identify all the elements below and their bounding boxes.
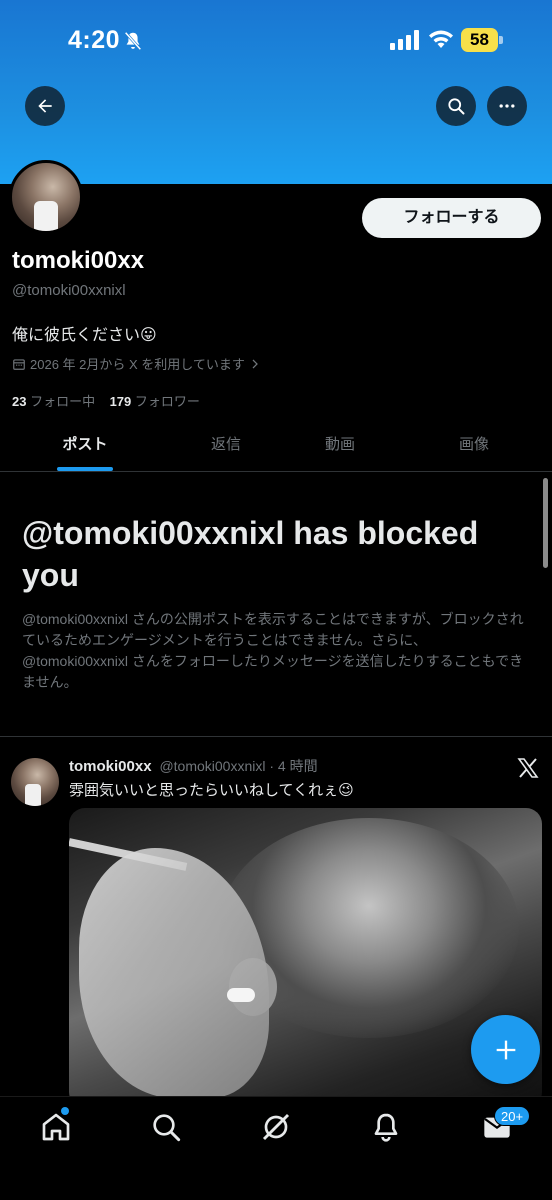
followers-count: 179	[109, 394, 132, 409]
profile-handle: @tomoki00xxnixl	[12, 282, 126, 299]
post-image[interactable]	[69, 808, 542, 1108]
status-bar: 4:20 58	[0, 0, 552, 80]
wifi-icon	[429, 30, 453, 48]
profile-display-name: tomoki00xx	[12, 247, 145, 274]
post-avatar[interactable]	[11, 758, 59, 806]
followers-label: フォロワー	[134, 394, 200, 409]
battery-level: 58	[461, 28, 498, 52]
joined-text: 2026 年 2月から X を利用しています	[30, 357, 245, 372]
grok-icon[interactable]	[260, 1111, 292, 1143]
search-icon[interactable]	[150, 1111, 182, 1143]
following-link[interactable]: 23 フォロー中	[12, 394, 95, 409]
blocked-title: @tomoki00xxnixl has blocked you	[22, 515, 479, 593]
status-time: 4:20	[68, 26, 121, 54]
followers-link[interactable]: 179 フォロワー	[110, 394, 200, 409]
profile-stats: 23 フォロー中 179 フォロワー	[12, 391, 200, 410]
tab-images[interactable]: 画像	[429, 420, 519, 472]
search-icon	[448, 98, 465, 115]
more-horizontal-icon	[499, 104, 515, 108]
bottom-nav	[0, 1096, 552, 1200]
follow-button[interactable]: フォローする	[362, 198, 541, 238]
messages-badge: 20+	[494, 1106, 531, 1126]
profile-tabs: ポスト 返信 動画 画像	[0, 420, 552, 472]
chevron-right-icon	[252, 359, 258, 368]
post-author-handle: @tomoki00xxnixl	[159, 758, 266, 774]
tab-replies[interactable]: 返信	[181, 420, 271, 472]
post-author-name[interactable]: tomoki00xx	[69, 758, 152, 775]
profile-bio: 俺に彼氏ください😛	[12, 327, 157, 344]
home-icon[interactable]	[40, 1111, 72, 1143]
x-logo-icon	[517, 758, 539, 778]
bell-off-icon	[124, 31, 142, 51]
tab-videos[interactable]: 動画	[295, 420, 385, 472]
battery-indicator: 58	[461, 28, 503, 52]
more-button[interactable]	[487, 86, 527, 126]
scrollbar[interactable]	[543, 478, 548, 568]
post-time: · 4 時間	[269, 758, 318, 774]
profile-avatar[interactable]	[9, 160, 83, 234]
bell-icon[interactable]	[370, 1111, 402, 1143]
following-label: フォロー中	[30, 394, 96, 409]
blocked-description: @tomoki00xxnixl さんの公開ポストを表示することはできますが、ブロ…	[22, 611, 524, 690]
divider	[0, 736, 552, 737]
post-header: tomoki00xx @tomoki00xxnixl · 4 時間	[69, 756, 318, 776]
profile-joined[interactable]: 2026 年 2月から X を利用しています	[12, 354, 261, 373]
home-notification-dot	[61, 1107, 69, 1115]
post-text: 雰囲気いいと思ったらいいねしてくれぇ😉	[69, 782, 354, 799]
search-button[interactable]	[436, 86, 476, 126]
calendar-icon	[13, 358, 25, 370]
tab-posts[interactable]: ポスト	[40, 420, 130, 472]
following-count: 23	[12, 394, 27, 409]
cellular-signal-icon	[390, 30, 419, 50]
back-button[interactable]	[25, 86, 65, 126]
compose-button[interactable]	[471, 1015, 540, 1084]
plus-icon	[496, 1040, 515, 1059]
arrow-left-icon	[38, 99, 52, 113]
active-tab-indicator	[57, 467, 113, 471]
